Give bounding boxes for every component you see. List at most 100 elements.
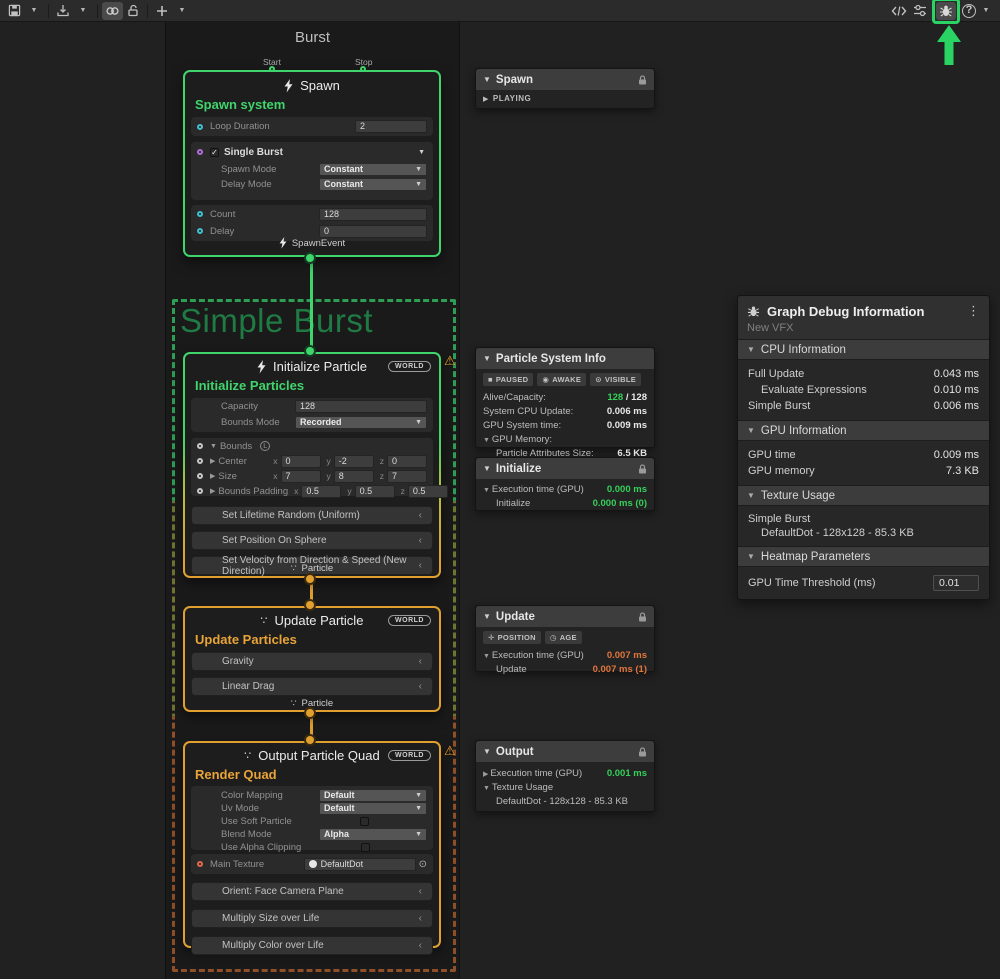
cpu-information-section[interactable]: ▼CPU Information xyxy=(738,339,989,360)
output-input-port[interactable] xyxy=(306,736,314,744)
use-soft-particle-checkbox[interactable] xyxy=(360,817,369,826)
lock-icon[interactable] xyxy=(638,464,647,474)
block-orient[interactable]: Orient: Face Camera Plane‹ xyxy=(191,882,433,901)
input-port[interactable] xyxy=(197,458,203,464)
blend-mode-dropdown[interactable]: Alpha▼ xyxy=(319,828,427,841)
warning-icon[interactable]: ⚠ xyxy=(444,353,456,369)
update-node[interactable]: ∵ Update Particle WORLD Update Particles… xyxy=(183,606,441,712)
input-port[interactable] xyxy=(197,861,203,867)
fold-icon[interactable]: ▼ xyxy=(483,785,492,792)
debug-button[interactable] xyxy=(936,2,956,20)
collapse-icon[interactable]: ‹ xyxy=(419,510,422,521)
capacity-field[interactable]: 128 xyxy=(295,400,427,413)
fold-icon[interactable]: ▶ xyxy=(210,472,215,480)
block-gravity[interactable]: Gravity‹ xyxy=(191,652,433,671)
fold-icon[interactable]: ▼ xyxy=(483,487,492,494)
system-group-label[interactable]: Simple Burst xyxy=(180,302,373,340)
show-code-button[interactable] xyxy=(888,2,910,20)
spawn-node[interactable]: Start Stop Spawn Spawn system Loop Durat… xyxy=(183,70,441,257)
fold-icon[interactable]: ▼ xyxy=(483,75,491,84)
gpu-information-section[interactable]: ▼GPU Information xyxy=(738,420,989,441)
padding-z-field[interactable]: 0.5 xyxy=(408,485,448,498)
output-node[interactable]: ∵ Output Particle Quad WORLD Render Quad… xyxy=(183,741,441,948)
spawn-mode-dropdown[interactable]: Constant▼ xyxy=(319,163,427,176)
lock-button[interactable] xyxy=(123,2,143,20)
fold-icon[interactable]: ▼ xyxy=(747,426,755,435)
gpu-time-threshold-field[interactable]: 0.01 xyxy=(933,575,979,591)
fold-icon[interactable]: ▼ xyxy=(483,464,491,473)
compile-button[interactable] xyxy=(53,2,73,20)
fold-icon[interactable]: ▼ xyxy=(483,747,491,756)
save-dropdown[interactable]: ▼ xyxy=(24,2,44,20)
collapse-icon[interactable]: ‹ xyxy=(419,656,422,667)
settings-button[interactable] xyxy=(910,2,930,20)
fold-icon[interactable]: ▼ xyxy=(483,612,491,621)
collapse-icon[interactable]: ‹ xyxy=(419,913,422,924)
input-port[interactable] xyxy=(197,149,203,155)
compile-dropdown[interactable]: ▼ xyxy=(73,2,93,20)
world-badge[interactable]: WORLD xyxy=(388,615,431,626)
size-x-field[interactable]: 7 xyxy=(281,470,321,483)
block-linear-drag[interactable]: Linear Drag‹ xyxy=(191,677,433,696)
fold-icon[interactable]: ▼ xyxy=(747,491,755,500)
add-button[interactable] xyxy=(152,2,172,20)
start-port[interactable] xyxy=(269,66,275,72)
play-icon[interactable]: ▶ xyxy=(483,95,489,103)
object-picker-icon[interactable]: ⊙ xyxy=(419,859,427,870)
collapse-icon[interactable]: ‹ xyxy=(419,940,422,951)
count-field[interactable]: 128 xyxy=(319,208,427,221)
lock-icon[interactable] xyxy=(638,612,647,622)
input-port[interactable] xyxy=(197,124,203,130)
edge-spawn-initialize[interactable] xyxy=(310,256,313,356)
fold-icon[interactable]: ▼ xyxy=(483,354,491,363)
input-port[interactable] xyxy=(197,488,203,494)
loop-duration-field[interactable]: 2 xyxy=(355,120,427,133)
block-multiply-color[interactable]: Multiply Color over Life‹ xyxy=(191,936,433,955)
fold-icon[interactable]: ▶ xyxy=(210,457,215,465)
center-x-field[interactable]: 0 xyxy=(281,455,321,468)
input-port[interactable] xyxy=(197,443,203,449)
color-mapping-dropdown[interactable]: Default▼ xyxy=(319,789,427,802)
use-alpha-clipping-checkbox[interactable] xyxy=(361,843,370,852)
padding-x-field[interactable]: 0.5 xyxy=(301,485,341,498)
fold-icon[interactable]: ▼ xyxy=(483,653,492,660)
chevron-down-icon[interactable]: ▼ xyxy=(418,149,425,156)
padding-y-field[interactable]: 0.5 xyxy=(355,485,395,498)
center-z-field[interactable]: 0 xyxy=(387,455,427,468)
input-port[interactable] xyxy=(197,473,203,479)
collapse-icon[interactable]: ‹ xyxy=(419,535,422,546)
kebab-menu-icon[interactable]: ⋮ xyxy=(967,303,980,319)
delay-field[interactable]: 0 xyxy=(319,225,427,238)
spawn-output-port[interactable] xyxy=(306,254,314,262)
collapse-icon[interactable]: ‹ xyxy=(419,886,422,897)
update-input-port[interactable] xyxy=(306,601,314,609)
initialize-input-port[interactable] xyxy=(306,347,314,355)
input-port[interactable] xyxy=(197,228,203,234)
fold-icon[interactable]: ▶ xyxy=(210,487,215,495)
block-set-position[interactable]: Set Position On Sphere‹ xyxy=(191,531,433,550)
size-z-field[interactable]: 7 xyxy=(387,470,427,483)
fold-icon[interactable]: ▼ xyxy=(747,345,755,354)
lock-icon[interactable] xyxy=(638,747,647,757)
collapse-icon[interactable]: ‹ xyxy=(419,681,422,692)
add-dropdown[interactable]: ▼ xyxy=(172,2,192,20)
warning-icon[interactable]: ⚠ xyxy=(444,743,456,759)
block-multiply-size[interactable]: Multiply Size over Life‹ xyxy=(191,909,433,928)
world-badge[interactable]: WORLD xyxy=(388,750,431,761)
stop-port[interactable] xyxy=(360,66,366,72)
toolbar-overflow-dropdown[interactable]: ▼ xyxy=(976,2,996,20)
fold-icon[interactable]: ▼ xyxy=(210,443,217,450)
bounds-mode-dropdown[interactable]: Recorded▼ xyxy=(295,416,427,429)
single-burst-checkbox[interactable]: ✓ xyxy=(210,148,219,157)
fold-icon[interactable]: ▼ xyxy=(483,437,492,444)
heatmap-parameters-section[interactable]: ▼Heatmap Parameters xyxy=(738,546,989,567)
initialize-node[interactable]: Initialize Particle WORLD Initialize Par… xyxy=(183,352,441,578)
initialize-output-port[interactable] xyxy=(306,575,314,583)
uv-mode-dropdown[interactable]: Default▼ xyxy=(319,802,427,815)
lock-icon[interactable] xyxy=(638,75,647,85)
texture-usage-section[interactable]: ▼Texture Usage xyxy=(738,485,989,506)
update-output-port[interactable] xyxy=(306,709,314,717)
block-set-lifetime[interactable]: Set Lifetime Random (Uniform)‹ xyxy=(191,506,433,525)
space-toggle[interactable]: L xyxy=(260,441,270,451)
delay-mode-dropdown[interactable]: Constant▼ xyxy=(319,178,427,191)
